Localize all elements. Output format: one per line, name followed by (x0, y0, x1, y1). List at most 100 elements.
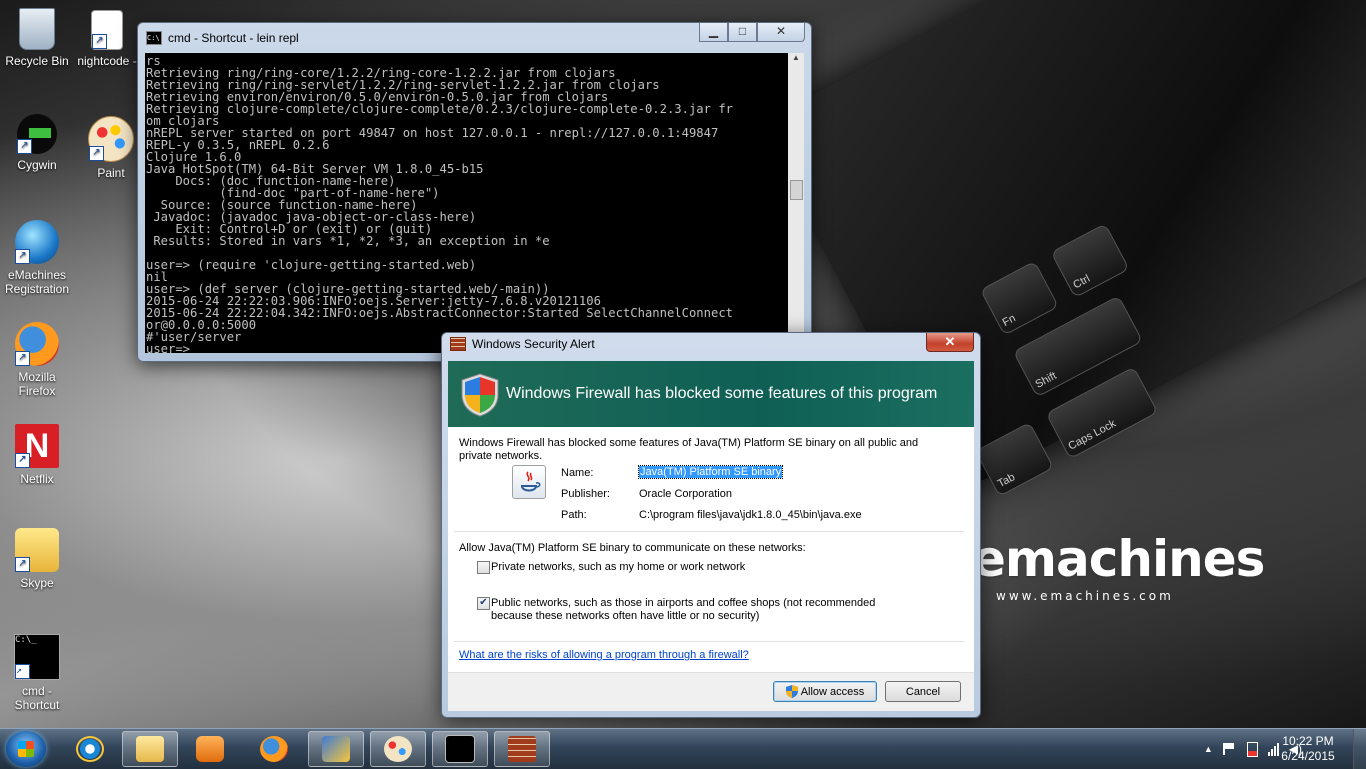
desktop-icon-label: Recycle Bin (5, 54, 69, 68)
action-center-flag-icon[interactable] (1222, 743, 1237, 755)
cygwin-icon (322, 736, 350, 762)
cmd-icon (445, 735, 475, 763)
clock-date: 6/24/2015 (1281, 749, 1335, 763)
cygwin-icon: ↗ (17, 114, 57, 154)
path-label: Path: (561, 509, 587, 521)
recycle-bin-icon (19, 8, 55, 50)
public-networks-checkbox[interactable]: ✔ (477, 597, 490, 610)
clock-time: 10:22 PM (1282, 734, 1334, 748)
scroll-thumb[interactable] (790, 180, 803, 200)
desktop-icon-label: Cygwin (17, 158, 57, 172)
desktop-icon-cygwin[interactable]: ↗ Cygwin (0, 114, 74, 172)
windows-logo-icon (18, 741, 34, 757)
cancel-button[interactable]: Cancel (885, 681, 961, 702)
java-icon (512, 465, 546, 499)
shortcut-arrow-icon: ↗ (17, 139, 32, 154)
firewall-risks-link[interactable]: What are the risks of allowing a program… (459, 649, 749, 661)
dialog-intro-text: Windows Firewall has blocked some featur… (459, 437, 919, 462)
cmd-window[interactable]: C:\ cmd - Shortcut - lein repl ▁ □ ✕ rs … (137, 22, 812, 362)
cmd-window-title: cmd - Shortcut - lein repl (168, 31, 299, 45)
security-shield-icon (461, 373, 499, 417)
cmd-window-icon: C:\ (146, 31, 162, 45)
wallpaper-key: Fn (979, 260, 1060, 336)
taskbar-cygwin[interactable] (308, 731, 364, 767)
console-output[interactable]: rs Retrieving ring/ring-core/1.2.2/ring-… (145, 53, 788, 353)
cmd-icon: C:\_ ↗ (14, 634, 60, 680)
media-player-icon (196, 736, 224, 762)
show-hidden-icons-arrow-icon[interactable]: ▲ (1204, 744, 1213, 754)
allow-access-label: Allow access (800, 685, 865, 698)
taskbar-media-player[interactable] (182, 731, 238, 767)
desktop-icon-nightcode[interactable]: ↗ nightcode - Shortcut (2) (72, 10, 142, 69)
dialog-headline: Windows Firewall has blocked some featur… (506, 385, 938, 402)
path-value: C:\program files\java\jdk1.8.0_45\bin\ja… (639, 509, 862, 521)
close-button[interactable]: ✕ (757, 23, 805, 42)
dialog-body: Windows Firewall has blocked some featur… (448, 427, 974, 672)
desktop-icon-recycle-bin[interactable]: Recycle Bin (0, 8, 74, 68)
taskbar-clock[interactable]: 10:22 PM 6/24/2015 (1268, 734, 1348, 764)
desktop-icon-skype[interactable]: ↗ Skype (0, 528, 74, 590)
wallpaper-key: Tab (974, 421, 1055, 497)
dialog-banner: Windows Firewall has blocked some featur… (448, 361, 974, 427)
name-value[interactable]: Java(TM) Platform SE binary (637, 465, 784, 479)
dialog-titlebar[interactable]: Windows Security Alert (450, 337, 595, 351)
firewall-globe-icon (508, 736, 536, 762)
shortcut-arrow-icon: ↗ (92, 34, 107, 49)
desktop-icon-label: nightcode - Shortcut (2) (76, 54, 139, 69)
maximize-button[interactable]: □ (728, 23, 757, 42)
shortcut-arrow-icon: ↗ (15, 557, 30, 572)
console-scrollbar[interactable]: ▲ ▼ (788, 53, 804, 353)
dialog-close-button[interactable]: ✕ (926, 333, 974, 352)
allow-access-button[interactable]: Allow access (773, 681, 877, 702)
taskbar: ▲ ◀) 10:22 PM 6/24/2015 (0, 728, 1366, 769)
divider (454, 531, 964, 532)
desktop-icon-cmd-shortcut[interactable]: C:\_ ↗ cmd - Shortcut (0, 634, 74, 712)
publisher-label: Publisher: (561, 488, 610, 500)
firefox-icon: ↗ (15, 322, 59, 366)
minimize-button[interactable]: ▁ (699, 23, 728, 42)
shortcut-arrow-icon: ↗ (89, 146, 104, 161)
desktop-icon-emachines-registration[interactable]: ↗ eMachines Registration (0, 220, 74, 296)
folder-icon (136, 736, 164, 762)
taskbar-firewall-alert[interactable] (494, 731, 550, 767)
allow-prompt: Allow Java(TM) Platform SE binary to com… (459, 542, 806, 554)
taskbar-internet-explorer[interactable] (62, 731, 118, 767)
desktop-icon-label: Mozilla Firefox (18, 370, 56, 398)
registration-globe-icon: ↗ (15, 220, 59, 264)
desktop-icon-label: eMachines Registration (4, 268, 70, 296)
uac-shield-icon (785, 685, 798, 698)
private-networks-label[interactable]: Private networks, such as my home or wor… (491, 561, 745, 573)
cmd-titlebar[interactable]: C:\ cmd - Shortcut - lein repl (146, 27, 299, 49)
security-alert-dialog[interactable]: Windows Security Alert ✕ Windows Firewal… (441, 332, 981, 718)
wallpaper-brand: emachines (972, 530, 1265, 588)
battery-alert-icon[interactable] (1246, 741, 1258, 757)
desktop-icon-firefox[interactable]: ↗ Mozilla Firefox (0, 322, 74, 398)
shortcut-arrow-icon: ↗ (15, 664, 30, 679)
netflix-icon: N ↗ (15, 424, 59, 468)
taskbar-paint[interactable] (370, 731, 426, 767)
taskbar-file-explorer[interactable] (122, 731, 178, 767)
shortcut-arrow-icon: ↗ (15, 249, 30, 264)
publisher-value: Oracle Corporation (639, 488, 732, 500)
desktop-icon-label: cmd - Shortcut (14, 684, 60, 712)
show-desktop-button[interactable] (1353, 729, 1366, 769)
desktop-icon-label: Skype (20, 576, 54, 590)
wallpaper-brand-url: www.emachines.com (996, 589, 1174, 603)
desktop-icon-netflix[interactable]: N ↗ Netflix (0, 424, 74, 486)
public-networks-label[interactable]: Public networks, such as those in airpor… (491, 597, 881, 623)
scroll-up-arrow-icon[interactable]: ▲ (788, 53, 804, 69)
private-networks-checkbox[interactable] (477, 561, 490, 574)
start-button[interactable] (6, 731, 46, 767)
shortcut-arrow-icon: ↗ (15, 453, 30, 468)
taskbar-firefox[interactable] (246, 731, 302, 767)
paint-palette-icon (384, 736, 412, 762)
wallpaper-key: Ctrl (1050, 223, 1130, 299)
shortcut-arrow-icon: ↗ (15, 351, 30, 366)
cmd-window-controls: ▁ □ ✕ (699, 23, 805, 42)
desktop-icon-label: Paint (97, 166, 125, 180)
dialog-footer: Allow access Cancel (448, 672, 974, 711)
name-value-text: Java(TM) Platform SE binary (637, 465, 784, 479)
firewall-icon (450, 337, 466, 351)
name-label: Name: (561, 467, 594, 479)
taskbar-cmd[interactable] (432, 731, 488, 767)
